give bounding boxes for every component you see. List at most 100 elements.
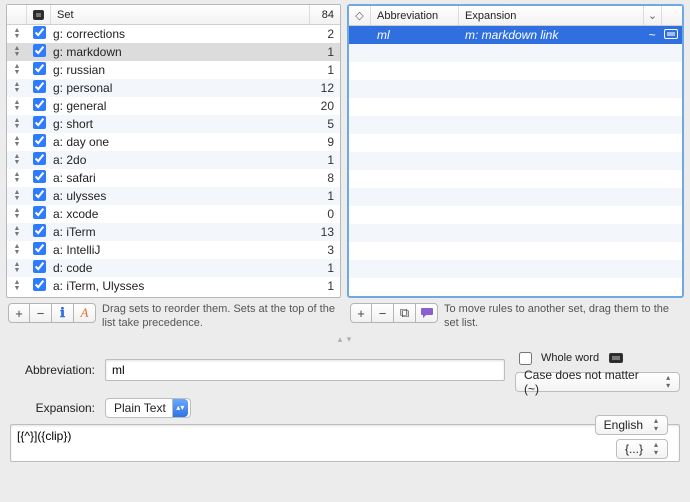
set-name: g: short: [51, 117, 304, 131]
rule-form: Abbreviation: Whole word Case does not m…: [0, 345, 690, 471]
drag-handle-icon[interactable]: ▲▼: [7, 244, 27, 256]
set-row[interactable]: ▲▼a: day one9: [7, 133, 340, 151]
drag-handle-icon[interactable]: ▲▼: [7, 208, 27, 220]
drag-handle-icon[interactable]: ▲▼: [7, 190, 27, 202]
rule-row-empty: [349, 152, 682, 170]
rule-row-empty: [349, 224, 682, 242]
drag-handle-icon[interactable]: ▲▼: [7, 262, 27, 274]
set-row[interactable]: ▲▼ a: iTerm13: [7, 223, 340, 241]
rule-row-empty: [349, 278, 682, 296]
set-enabled-checkbox[interactable]: [27, 98, 51, 114]
chevron-updown-icon: ▴▾: [172, 399, 188, 417]
enabled-column-header[interactable]: [27, 5, 51, 24]
set-row[interactable]: ▲▼a: xcode0: [7, 205, 340, 223]
set-enabled-checkbox[interactable]: [27, 260, 51, 276]
language-select[interactable]: English ▴▾: [595, 415, 668, 435]
set-count: 1: [304, 45, 334, 59]
drag-handle-icon[interactable]: ▲▼: [7, 64, 27, 76]
splitter-grip[interactable]: ▴ ▾: [0, 335, 690, 345]
copy-rule-button[interactable]: ⧉: [394, 303, 416, 323]
set-row[interactable]: ▲▼g: russian1: [7, 61, 340, 79]
set-count: 3: [304, 243, 334, 257]
set-enabled-checkbox[interactable]: [27, 116, 51, 132]
set-name: g: general: [51, 99, 304, 113]
kb-column-header[interactable]: [662, 6, 682, 25]
add-rule-button[interactable]: +: [350, 303, 372, 323]
abbr-column-header[interactable]: Abbreviation: [371, 6, 459, 25]
drag-handle-icon[interactable]: ▲▼: [7, 82, 27, 94]
abbr-label: Abbreviation:: [10, 363, 95, 377]
set-column-header[interactable]: Set: [51, 5, 310, 24]
set-enabled-checkbox[interactable]: [27, 134, 51, 150]
set-enabled-checkbox[interactable]: [27, 26, 51, 42]
rules-help-text: To move rules to another set, drag them …: [444, 303, 682, 331]
case-select[interactable]: Case does not matter (~) ▴▾: [515, 372, 680, 392]
rule-row-empty: [349, 134, 682, 152]
drag-handle-icon[interactable]: ▲▼: [7, 154, 27, 166]
format-select[interactable]: Plain Text ▴▾: [105, 398, 191, 418]
drag-handle-icon[interactable]: ▲▼: [7, 100, 27, 112]
set-enabled-checkbox[interactable]: [27, 44, 51, 60]
rule-row[interactable]: mlm: markdown link~: [349, 26, 682, 44]
set-enabled-checkbox[interactable]: [27, 62, 51, 78]
rules-header: ◇ Abbreviation Expansion ⌄: [349, 6, 682, 26]
remove-set-button[interactable]: −: [30, 303, 52, 323]
set-row[interactable]: ▲▼a: ulysses1: [7, 187, 340, 205]
set-enabled-checkbox[interactable]: [27, 170, 51, 186]
set-count: 13: [304, 225, 334, 239]
flag-column-header[interactable]: ◇: [349, 6, 371, 25]
sort-column-header[interactable]: [7, 5, 27, 24]
set-row[interactable]: ▲▼a: iTerm, Ulysses1: [7, 277, 340, 295]
chat-icon: [420, 307, 434, 319]
set-row[interactable]: ▲▼g: personal12: [7, 79, 340, 97]
set-enabled-checkbox[interactable]: [27, 152, 51, 168]
rule-row-empty: [349, 188, 682, 206]
rules-rows: mlm: markdown link~: [349, 26, 682, 296]
set-count: 2: [304, 27, 334, 41]
sets-help-text: Drag sets to reorder them. Sets at the t…: [102, 303, 340, 331]
drag-handle-icon[interactable]: ▲▼: [7, 172, 27, 184]
drag-handle-icon[interactable]: ▲▼: [7, 136, 27, 148]
set-font-button[interactable]: A: [74, 303, 96, 323]
set-row[interactable]: ▲▼g: short5: [7, 115, 340, 133]
rule-row-empty: [349, 170, 682, 188]
rule-abbr: ml: [371, 28, 459, 42]
set-enabled-checkbox[interactable]: [27, 188, 51, 204]
set-row[interactable]: ▲▼g: general20: [7, 97, 340, 115]
drag-handle-icon[interactable]: ▲▼: [7, 226, 27, 238]
set-enabled-checkbox[interactable]: [27, 206, 51, 222]
rule-row-empty: [349, 80, 682, 98]
count-column-header[interactable]: 84: [310, 5, 340, 24]
set-enabled-checkbox[interactable]: [27, 242, 51, 258]
abbr-input[interactable]: [105, 359, 505, 381]
set-info-button[interactable]: ℹ: [52, 303, 74, 323]
drag-handle-icon[interactable]: ▲▼: [7, 28, 27, 40]
whole-word-checkbox[interactable]: [519, 352, 532, 365]
set-count: 1: [304, 153, 334, 167]
set-name: g: corrections: [51, 27, 304, 41]
set-count: 1: [304, 261, 334, 275]
remove-rule-button[interactable]: −: [372, 303, 394, 323]
add-set-button[interactable]: +: [8, 303, 30, 323]
drag-handle-icon[interactable]: ▲▼: [7, 46, 27, 58]
set-row[interactable]: ▲▼a: IntelliJ3: [7, 241, 340, 259]
set-enabled-checkbox[interactable]: [27, 278, 51, 294]
set-row[interactable]: ▲▼a: 2do1: [7, 151, 340, 169]
exp-sort-indicator[interactable]: ⌄: [644, 6, 662, 25]
sets-toolbar: + − ℹ A Drag sets to reorder them. Sets …: [6, 300, 342, 331]
drag-handle-icon[interactable]: ▲▼: [7, 280, 27, 292]
rules-toolbar: + − ⧉ To move rules to another set, drag…: [348, 300, 684, 331]
set-row[interactable]: ▲▼a: safari8: [7, 169, 340, 187]
set-row[interactable]: ▲▼ g: corrections2: [7, 25, 340, 43]
set-row[interactable]: ▲▼g: markdown1: [7, 43, 340, 61]
set-enabled-checkbox[interactable]: [27, 224, 51, 240]
exp-column-header[interactable]: Expansion: [459, 6, 644, 25]
format-select-label: Plain Text: [114, 401, 172, 415]
insert-token-select[interactable]: {...} ▴▾: [616, 439, 668, 459]
set-name: a: iTerm: [51, 225, 304, 239]
set-row[interactable]: ▲▼d: code1: [7, 259, 340, 277]
drag-handle-icon[interactable]: ▲▼: [7, 118, 27, 130]
expansion-textarea[interactable]: [10, 424, 680, 462]
rule-notes-button[interactable]: [416, 303, 438, 323]
set-enabled-checkbox[interactable]: [27, 80, 51, 96]
